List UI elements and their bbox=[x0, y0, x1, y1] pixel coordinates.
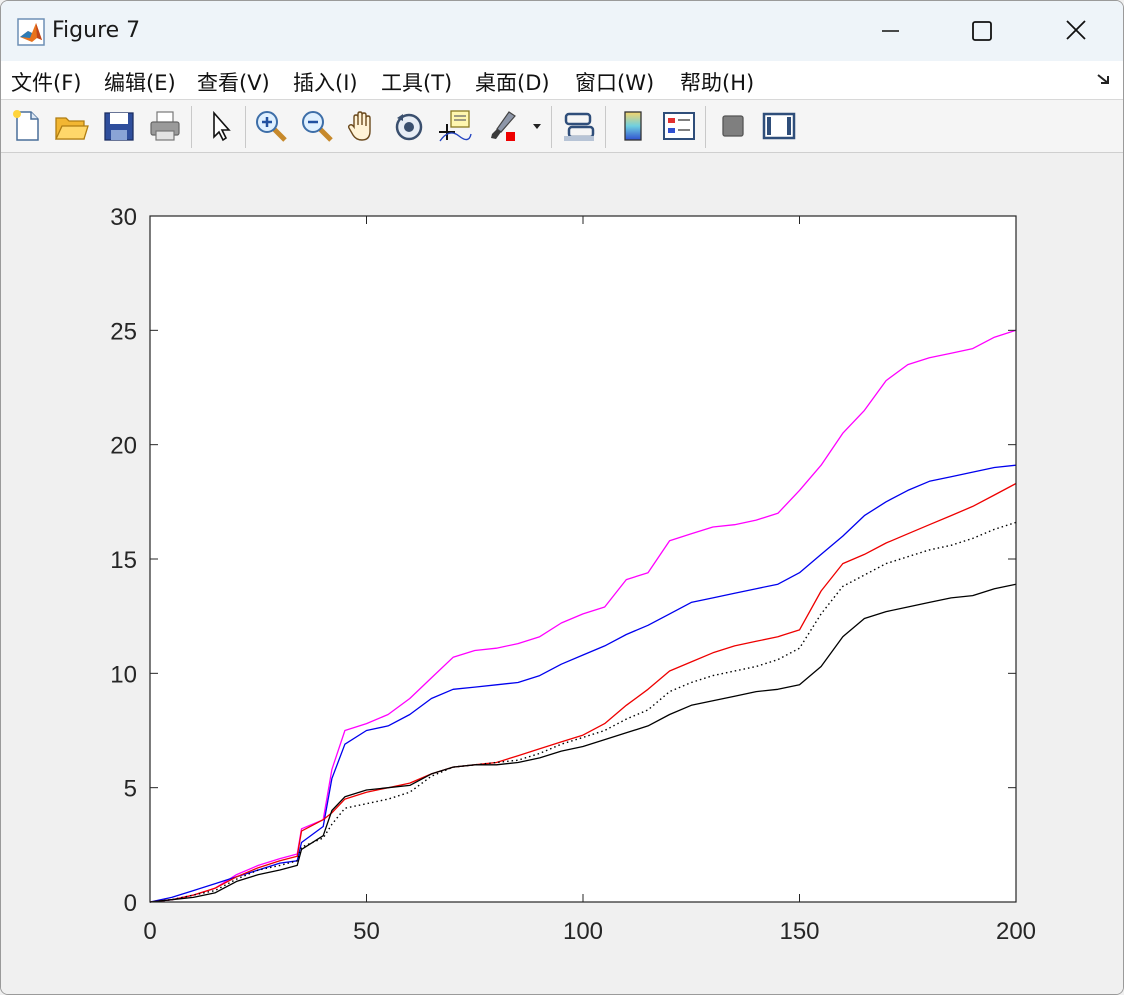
figure-window: Figure 7 文件(F) 编辑(E) 查看(V) 插入(I) 工具(T) 桌… bbox=[0, 0, 1124, 995]
link-plot-icon[interactable] bbox=[561, 108, 597, 144]
print-icon[interactable] bbox=[147, 108, 183, 144]
colorbar-icon[interactable] bbox=[615, 108, 651, 144]
minimize-button[interactable] bbox=[853, 11, 899, 51]
menu-file[interactable]: 文件(F) bbox=[11, 67, 81, 97]
toolbar-separator bbox=[705, 106, 706, 148]
toolbar-separator bbox=[605, 106, 606, 148]
brush-dropdown-icon[interactable] bbox=[529, 108, 545, 144]
new-figure-icon[interactable] bbox=[9, 108, 45, 144]
save-icon[interactable] bbox=[101, 108, 137, 144]
y-tick-label: 0 bbox=[124, 890, 137, 917]
hide-plot-tools-icon[interactable] bbox=[715, 108, 751, 144]
maximize-icon bbox=[972, 21, 992, 41]
menu-window[interactable]: 窗口(W) bbox=[575, 67, 654, 97]
axes-background bbox=[150, 216, 1016, 902]
toolbar-separator bbox=[191, 106, 192, 148]
x-tick-label: 150 bbox=[779, 918, 819, 945]
select-arrow-icon[interactable] bbox=[203, 108, 239, 144]
dock-arrow-icon[interactable] bbox=[1095, 71, 1113, 89]
maximize-button[interactable] bbox=[959, 11, 1005, 51]
minimize-icon bbox=[882, 30, 899, 32]
menu-insert[interactable]: 插入(I) bbox=[293, 67, 358, 97]
data-cursor-icon[interactable] bbox=[437, 108, 473, 144]
toolbar-separator bbox=[245, 106, 246, 148]
y-tick-label: 15 bbox=[110, 547, 137, 574]
x-tick-label: 200 bbox=[996, 918, 1036, 945]
x-tick-label: 50 bbox=[353, 918, 380, 945]
y-tick-label: 25 bbox=[110, 318, 137, 345]
title-bar[interactable]: Figure 7 bbox=[1, 1, 1123, 61]
show-plot-tools-icon[interactable] bbox=[761, 108, 797, 144]
menu-edit[interactable]: 编辑(E) bbox=[104, 67, 176, 97]
pan-hand-icon[interactable] bbox=[345, 108, 381, 144]
zoom-in-icon[interactable] bbox=[253, 108, 289, 144]
open-file-icon[interactable] bbox=[53, 108, 89, 144]
x-tick-label: 100 bbox=[563, 918, 603, 945]
window-title: Figure 7 bbox=[52, 18, 141, 43]
matlab-logo-icon bbox=[17, 18, 45, 46]
x-tick-label: 0 bbox=[143, 918, 156, 945]
figure-toolbar bbox=[1, 100, 1123, 153]
y-tick-label: 10 bbox=[110, 661, 137, 688]
toolbar-separator bbox=[551, 106, 552, 148]
menu-desktop[interactable]: 桌面(D) bbox=[475, 67, 550, 97]
menu-view[interactable]: 查看(V) bbox=[197, 67, 270, 97]
y-tick-label: 5 bbox=[124, 776, 137, 803]
zoom-out-icon[interactable] bbox=[299, 108, 335, 144]
y-tick-label: 30 bbox=[110, 204, 137, 231]
figure-canvas: 0 50 100 150 200 0 5 10 15 20 25 30 bbox=[1, 153, 1123, 994]
menu-tools[interactable]: 工具(T) bbox=[381, 67, 452, 97]
brush-icon[interactable] bbox=[485, 108, 521, 144]
rotate-3d-icon[interactable] bbox=[391, 108, 427, 144]
line-chart[interactable]: 0 50 100 150 200 0 5 10 15 20 25 30 bbox=[1, 153, 1123, 994]
close-icon bbox=[1066, 20, 1086, 40]
y-tick-label: 20 bbox=[110, 433, 137, 460]
menu-bar: 文件(F) 编辑(E) 查看(V) 插入(I) 工具(T) 桌面(D) 窗口(W… bbox=[1, 61, 1123, 100]
close-button[interactable] bbox=[1053, 11, 1099, 51]
menu-help[interactable]: 帮助(H) bbox=[680, 67, 754, 97]
legend-icon[interactable] bbox=[661, 108, 697, 144]
